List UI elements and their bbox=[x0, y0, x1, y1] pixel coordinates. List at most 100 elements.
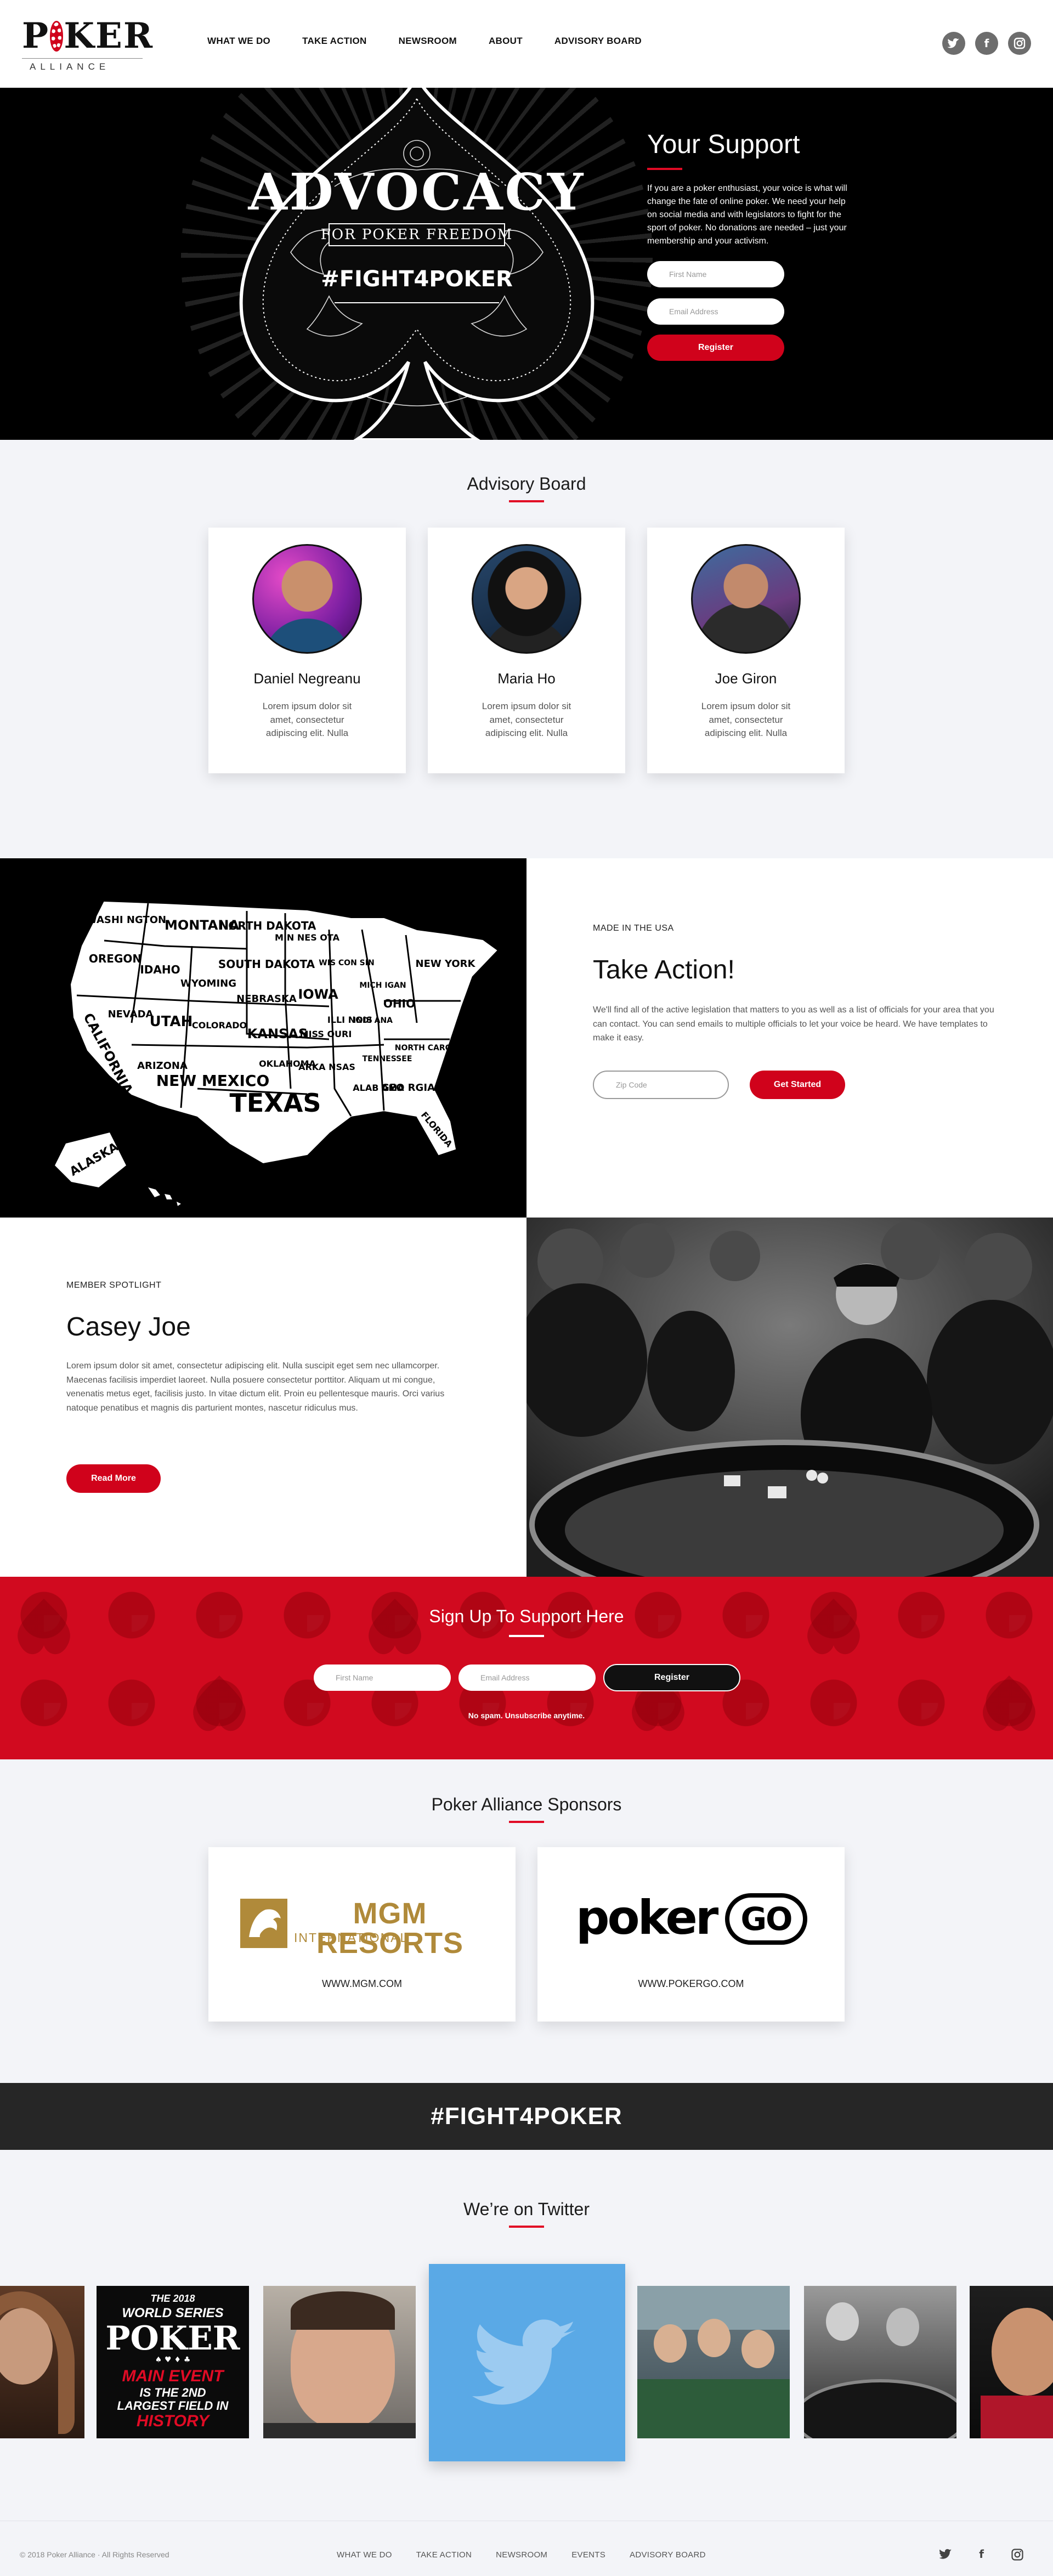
member-card[interactable]: Joe Giron Lorem ipsum dolor sit amet, co… bbox=[647, 528, 845, 773]
wsop-line: WORLD SERIES bbox=[122, 2306, 224, 2320]
signup-register-button[interactable]: Register bbox=[603, 1664, 740, 1691]
hero-register-button[interactable]: Register bbox=[647, 335, 784, 361]
twitter-underline bbox=[509, 2226, 544, 2228]
facebook-icon[interactable]: f bbox=[979, 2549, 984, 2562]
hero-section: ADVOCACY FOR POKER FREEDOM #FIGHT4POKER … bbox=[0, 88, 1053, 440]
state-label: NEW MEXICO bbox=[156, 1072, 270, 1090]
support-body: If you are a poker enthusiast, your voic… bbox=[647, 184, 847, 246]
twitter-section: We’re on Twitter THE 2018 WORLD SERIES P… bbox=[0, 2150, 1053, 2521]
lion-emblem-icon bbox=[240, 1899, 287, 1948]
copyright: © 2018 Poker Alliance · All Rights Reser… bbox=[20, 2550, 169, 2559]
signup-first-name-input[interactable]: First Name bbox=[314, 1665, 451, 1691]
member-card[interactable]: Daniel Negreanu Lorem ipsum dolor sit am… bbox=[208, 528, 406, 773]
pokergo-logo-main: poker bbox=[576, 1890, 718, 1945]
footer-nav-events[interactable]: EVENTS bbox=[571, 2551, 605, 2559]
get-started-button[interactable]: Get Started bbox=[750, 1071, 845, 1099]
usa-map-illustration: WASHI NGTON MONTANA NORTH DAKOTA MIN NES… bbox=[55, 901, 497, 1206]
twitter-photo-tile[interactable] bbox=[804, 2286, 956, 2438]
twitter-photo-tile[interactable] bbox=[970, 2286, 1053, 2438]
twitter-photo-tile[interactable] bbox=[0, 2286, 84, 2438]
twitter-icon[interactable] bbox=[939, 2549, 952, 2562]
hero-email-input[interactable]: Email Address bbox=[647, 298, 784, 325]
wsop-line: IS THE 2ND bbox=[139, 2386, 206, 2399]
twitter-feature-tile[interactable] bbox=[429, 2264, 625, 2461]
state-label: OHIO bbox=[383, 997, 415, 1010]
twitter-photo-tile[interactable] bbox=[263, 2286, 416, 2438]
logo-wordmark: P KER bbox=[22, 19, 154, 54]
hero-first-name-input[interactable]: First Name bbox=[647, 261, 784, 287]
take-action-panel: MADE IN THE USA Take Action! We'll find … bbox=[526, 858, 1053, 1218]
title-underline bbox=[647, 168, 682, 170]
footer-nav-newsroom[interactable]: NEWSROOM bbox=[496, 2551, 547, 2559]
hashtag-banner: #FIGHT4POKER bbox=[0, 2083, 1053, 2150]
facebook-icon[interactable]: f bbox=[975, 32, 998, 55]
state-label: MICH IGAN bbox=[359, 981, 406, 990]
wsop-main-event-tile[interactable]: THE 2018 WORLD SERIES POKER ♠ ♥ ♦ ♣ MAIN… bbox=[97, 2286, 249, 2438]
state-label: ARIZONA bbox=[137, 1060, 188, 1072]
main-nav: WHAT WE DO TAKE ACTION NEWSROOM ABOUT AD… bbox=[207, 36, 642, 46]
state-label: WYOMING bbox=[180, 978, 236, 989]
read-more-button[interactable]: Read More bbox=[66, 1464, 161, 1493]
state-label: MIN NES OTA bbox=[275, 932, 340, 943]
nav-take-action[interactable]: TAKE ACTION bbox=[302, 36, 367, 46]
poker-alliance-logo[interactable]: P KER ALLIANCE bbox=[22, 19, 154, 71]
sponsor-url[interactable]: WWW.POKERGO.COM bbox=[537, 1979, 845, 1989]
instagram-icon[interactable] bbox=[1008, 32, 1031, 55]
state-label: TENNESSEE bbox=[363, 1055, 412, 1063]
spotlight-eyebrow: MEMBER SPOTLIGHT bbox=[66, 1281, 162, 1290]
face-shape bbox=[886, 2308, 919, 2346]
state-label: IOWA bbox=[298, 987, 338, 1002]
member-bio: Lorem ipsum dolor sit amet, consectetur … bbox=[482, 701, 571, 739]
face-shape bbox=[826, 2302, 859, 2341]
nav-what-we-do[interactable]: WHAT WE DO bbox=[207, 36, 270, 46]
instagram-icon[interactable] bbox=[1011, 2549, 1023, 2562]
hair-shape bbox=[291, 2291, 395, 2330]
take-action-eyebrow: MADE IN THE USA bbox=[593, 924, 674, 933]
state-label: NEVADA bbox=[108, 1009, 154, 1020]
spotlight-photo bbox=[526, 1218, 1053, 1577]
nav-advisory-board[interactable]: ADVISORY BOARD bbox=[554, 36, 642, 46]
table-shape bbox=[804, 2379, 956, 2438]
state-label: SOUTH DAKOTA bbox=[218, 958, 315, 971]
sponsor-url[interactable]: WWW.MGM.COM bbox=[208, 1979, 516, 1989]
art-tag: #FIGHT4POKER bbox=[321, 267, 513, 292]
nav-about[interactable]: ABOUT bbox=[489, 36, 523, 46]
state-label: NEBRASKA bbox=[236, 993, 297, 1005]
table-shape bbox=[637, 2379, 790, 2438]
twitter-photo-tile[interactable] bbox=[637, 2286, 790, 2438]
sponsor-card-pokergo[interactable]: poker GO WWW.POKERGO.COM bbox=[537, 1847, 845, 2022]
support-title: Your Support bbox=[647, 130, 800, 159]
member-card[interactable]: Maria Ho Lorem ipsum dolor sit amet, con… bbox=[428, 528, 625, 773]
site-footer: © 2018 Poker Alliance · All Rights Reser… bbox=[0, 2521, 1053, 2576]
twitter-bird-icon bbox=[472, 2319, 576, 2405]
avatar bbox=[691, 544, 801, 654]
face-shape bbox=[741, 2330, 774, 2368]
advisory-underline bbox=[509, 500, 544, 502]
twitter-title: We’re on Twitter bbox=[463, 2199, 590, 2219]
twitter-icon[interactable] bbox=[942, 32, 965, 55]
state-label: NORTH CAROLINA bbox=[395, 1044, 472, 1052]
nav-newsroom[interactable]: NEWSROOM bbox=[399, 36, 457, 46]
sponsors-underline bbox=[509, 1821, 544, 1823]
signup-email-input[interactable]: Email Address bbox=[458, 1665, 596, 1691]
logo-ker: KER bbox=[64, 15, 154, 56]
member-name: Maria Ho bbox=[497, 670, 556, 687]
art-subtitle: FOR POKER FREEDOM bbox=[321, 227, 513, 243]
footer-nav-what-we-do[interactable]: WHAT WE DO bbox=[337, 2551, 392, 2559]
zip-code-input[interactable]: Zip Code bbox=[593, 1071, 729, 1099]
sponsor-card-mgm[interactable]: MGM RESORTS INTERNATIONAL WWW.MGM.COM bbox=[208, 1847, 516, 2022]
wsop-line: THE 2018 bbox=[150, 2293, 195, 2304]
footer-nav-advisory-board[interactable]: ADVISORY BOARD bbox=[630, 2551, 706, 2559]
logo-subtitle: ALLIANCE bbox=[22, 58, 143, 71]
no-spam-note: No spam. Unsubscribe anytime. bbox=[468, 1711, 585, 1720]
avatar bbox=[252, 544, 362, 654]
member-bio: Lorem ipsum dolor sit amet, consectetur … bbox=[262, 701, 352, 739]
poker-table-photo bbox=[526, 1218, 1053, 1577]
pokergo-logo: poker GO bbox=[576, 1891, 817, 1951]
mgm-logo-main: MGM RESORTS bbox=[316, 1897, 464, 1960]
state-label: OREGON bbox=[89, 952, 141, 965]
art-title: ADVOCACY bbox=[248, 162, 586, 222]
member-bio: Lorem ipsum dolor sit amet, consectetur … bbox=[701, 701, 791, 739]
state-label: TEXAS bbox=[230, 1088, 321, 1118]
footer-nav-take-action[interactable]: TAKE ACTION bbox=[416, 2551, 472, 2559]
